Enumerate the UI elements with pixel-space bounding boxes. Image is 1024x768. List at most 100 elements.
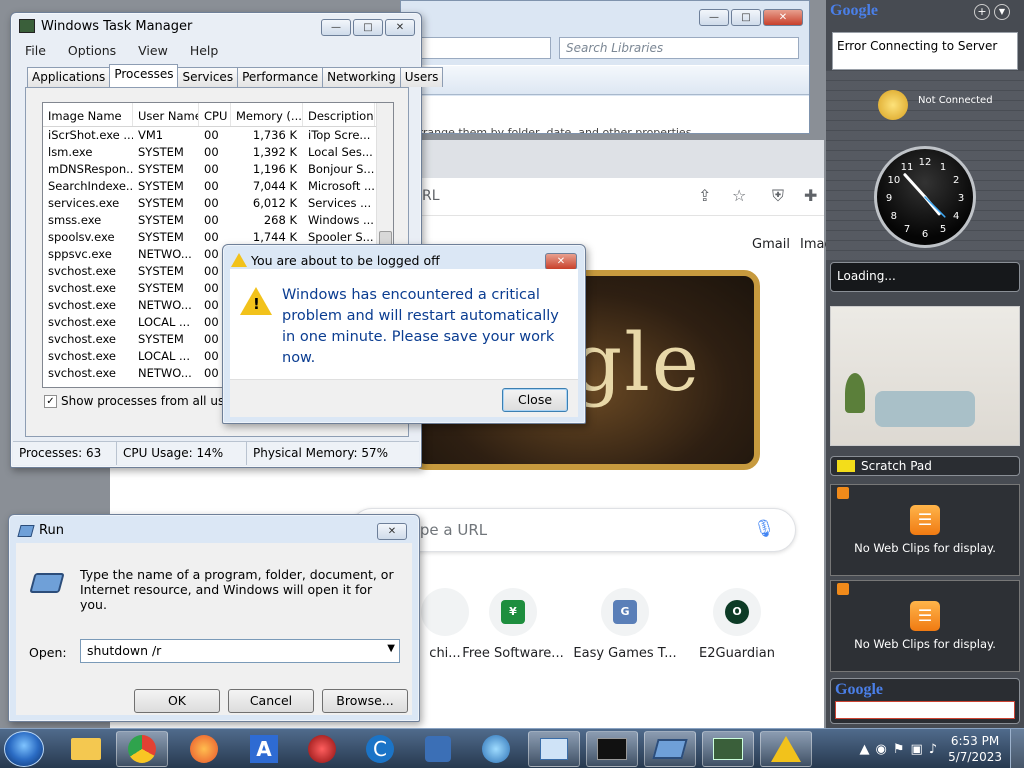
google-error-box: Error Connecting to Server [832, 32, 1018, 70]
extensions-icon[interactable]: ✚ [804, 186, 817, 205]
cell-description: Bonjour S... [308, 162, 375, 176]
explorer-close-button[interactable]: ✕ [763, 9, 803, 26]
add-gadget-icon[interactable]: + [974, 4, 990, 20]
table-row[interactable]: lsm.exe SYSTEM 00 1,392 K Local Ses... [43, 144, 393, 161]
firefox-taskbar-icon[interactable] [178, 731, 230, 767]
task-manager-close-button[interactable]: ✕ [385, 19, 415, 36]
logoff-close-x-button[interactable]: ✕ [545, 253, 577, 270]
table-row[interactable]: iScrShot.exe ... VM1 00 1,736 K iTop Scre... [43, 127, 393, 144]
tab-networking[interactable]: Networking [322, 67, 401, 87]
column-cpu[interactable]: CPU [199, 103, 231, 126]
explorer-taskbar-icon[interactable] [60, 731, 112, 767]
run-close-button[interactable]: ✕ [377, 523, 407, 540]
menu-view[interactable]: View [138, 43, 168, 58]
tab-users[interactable]: Users [399, 67, 444, 87]
share-icon[interactable]: ⇪ [698, 186, 711, 205]
cell-cpu: 00 [204, 128, 219, 142]
ok-button[interactable]: OK [134, 689, 220, 713]
explorer-minimize-button[interactable]: — [699, 9, 729, 26]
chevron-down-icon[interactable]: ▼ [387, 643, 395, 654]
show-desktop-button[interactable] [1010, 729, 1024, 768]
show-all-processes[interactable]: ✓ Show processes from all users [44, 394, 243, 408]
cell-image-name: lsm.exe [48, 145, 93, 159]
shortcut-label: chi... [429, 646, 461, 661]
column-user-name[interactable]: User Name [133, 103, 199, 126]
run-command-input[interactable]: shutdown /r ▼ [80, 639, 400, 663]
table-row[interactable]: smss.exe SYSTEM 00 268 K Windows ... [43, 212, 393, 229]
app-c-taskbar-icon[interactable]: C [354, 731, 406, 767]
cell-image-name: svchost.exe [48, 298, 117, 312]
star-icon[interactable]: ☆ [732, 186, 746, 205]
chrome-taskbar-icon[interactable] [116, 731, 168, 767]
clock-number: 1 [940, 162, 946, 173]
logoff-message: Windows has encountered a critical probl… [282, 287, 559, 366]
scratch-pad-label: Scratch Pad [861, 459, 932, 473]
table-row[interactable]: services.exe SYSTEM 00 6,012 K Services ... [43, 195, 393, 212]
globe-taskbar-icon[interactable] [470, 731, 522, 767]
cell-memory: 1,736 K [252, 128, 297, 142]
gadget-options-icon[interactable]: ▼ [994, 4, 1010, 20]
command-prompt-taskbar-icon[interactable] [586, 731, 638, 767]
run-title: Run [39, 523, 64, 538]
shield-icon[interactable]: ⛨ [772, 186, 784, 206]
task-manager-taskbar-icon[interactable] [702, 731, 754, 767]
cancel-button[interactable]: Cancel [228, 689, 314, 713]
gmail-link[interactable]: Gmail [752, 237, 790, 252]
shortcut-tile[interactable]: G Easy Games T... [570, 588, 680, 661]
status-processes: Processes: 63 [13, 442, 117, 465]
browser-address-bar[interactable]: RL [422, 188, 440, 204]
google-search-input[interactable] [835, 701, 1015, 719]
run-command-value: shutdown /r [87, 643, 162, 658]
explorer-address-bar[interactable] [421, 37, 551, 59]
action-center-icon[interactable]: ⚑ [893, 742, 905, 757]
warning-taskbar-icon[interactable] [760, 731, 812, 767]
scratch-pad-gadget[interactable]: Scratch Pad [830, 456, 1020, 476]
cell-memory: 1,196 K [252, 162, 297, 176]
clock[interactable]: 6:53 PM 5/7/2023 [948, 733, 1002, 765]
tray-app-icon[interactable]: ◉ [876, 742, 887, 757]
show-hidden-icons-icon[interactable]: ▲ [860, 742, 870, 757]
show-all-checkbox[interactable]: ✓ [44, 394, 57, 408]
network-icon[interactable]: ▣ [911, 742, 923, 757]
app-red-taskbar-icon[interactable] [296, 731, 348, 767]
shortcut-tile[interactable]: O E2Guardian [682, 588, 792, 661]
column-memory[interactable]: Memory (... [231, 103, 303, 126]
screenshot-taskbar-icon[interactable] [412, 731, 464, 767]
browse-button[interactable]: Browse... [322, 689, 408, 713]
explorer-maximize-button[interactable]: □ [731, 9, 761, 26]
system-tray: ▲ ◉ ⚑ ▣ ♪ 6:53 PM 5/7/2023 [857, 729, 1024, 768]
weather-sun-icon [878, 90, 908, 120]
close-button[interactable]: Close [502, 388, 568, 412]
table-row[interactable]: SearchIndexe... SYSTEM 00 7,044 K Microsoft … [43, 178, 393, 195]
menu-options[interactable]: Options [68, 43, 116, 58]
task-manager-title: Windows Task Manager [41, 19, 193, 34]
task-manager-minimize-button[interactable]: — [321, 19, 351, 36]
cell-user-name: NETWO... [138, 247, 192, 261]
volume-icon[interactable]: ♪ [929, 742, 937, 757]
tab-applications[interactable]: Applications [27, 67, 111, 87]
column-description[interactable]: Description [303, 103, 375, 126]
microphone-icon[interactable]: 🎙 [753, 519, 775, 539]
start-button[interactable] [4, 731, 44, 767]
app-a-taskbar-icon[interactable]: A [238, 731, 290, 767]
explorer-search-input[interactable]: Search Libraries [559, 37, 799, 59]
task-manager-maximize-button[interactable]: □ [353, 19, 383, 36]
tab-processes[interactable]: Processes [109, 64, 179, 87]
cell-user-name: SYSTEM [138, 179, 184, 193]
tab-performance[interactable]: Performance [237, 67, 324, 87]
menu-help[interactable]: Help [190, 43, 219, 58]
cell-memory: 7,044 K [252, 179, 297, 193]
run-taskbar-icon[interactable] [644, 731, 696, 767]
clock-number: 6 [922, 229, 928, 240]
control-panel-taskbar-icon[interactable] [528, 731, 580, 767]
table-row[interactable]: mDNSRespon... SYSTEM 00 1,196 K Bonjour S... [43, 161, 393, 178]
slideshow-gadget[interactable] [830, 306, 1020, 446]
column-image-name[interactable]: Image Name [43, 103, 133, 126]
cell-description: Windows ... [308, 213, 374, 227]
cell-user-name: LOCAL ... [138, 349, 190, 363]
cell-memory: 268 K [263, 213, 297, 227]
cell-image-name: sppsvc.exe [48, 247, 112, 261]
tab-services[interactable]: Services [177, 67, 239, 87]
menu-file[interactable]: File [25, 43, 46, 58]
shortcut-tile[interactable]: ¥ Free Software... [458, 588, 568, 661]
